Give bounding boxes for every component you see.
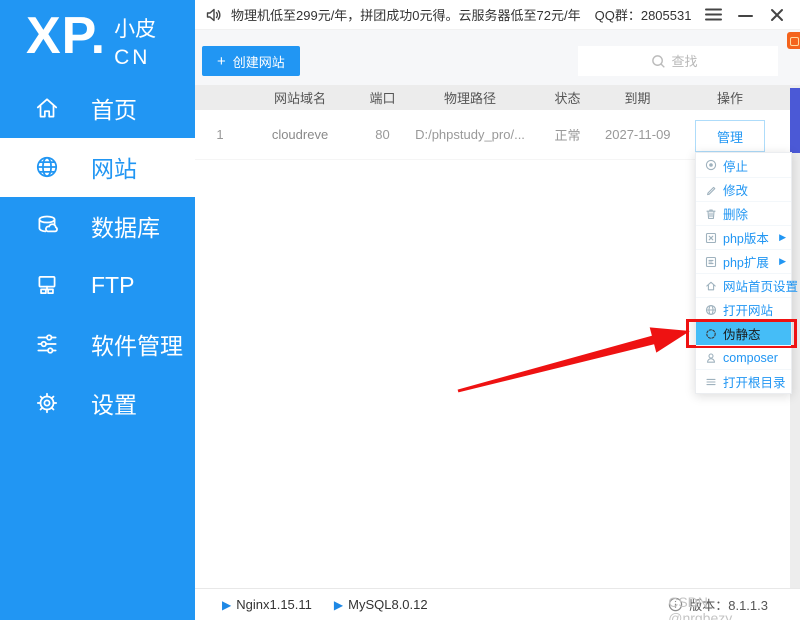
sidebar-item-label: 设置 (91, 392, 137, 419)
service-mysql[interactable]: ▶ MySQL8.0.12 (334, 597, 428, 612)
sidebar-item-software[interactable]: 软件管理 (0, 315, 195, 374)
info-icon (669, 597, 683, 612)
manage-dropdown-menu: 停止 修改 删除 php版本 ▶ php扩展 ▶ 网站首页设置 打开网站 伪静态… (686, 152, 798, 394)
scrollbar-thumb[interactable] (790, 88, 800, 153)
stop-icon (704, 159, 717, 172)
logo-main-text: XP. (26, 7, 107, 65)
homepage-settings-icon (704, 279, 717, 292)
rewrite-icon (704, 327, 717, 340)
table-header-path: 物理路径 (443, 91, 496, 106)
globe-icon (33, 153, 61, 181)
play-icon: ▶ (333, 597, 344, 612)
sidebar-nav: 首页 网站 数据库 FTP 软件管理 设置 (0, 79, 195, 433)
php-version-icon (704, 231, 717, 244)
submenu-arrow-icon: ▶ (779, 232, 786, 242)
sidebar: XP. 小皮 CN 首页 网站 数据库 FTP 软件管理 设置 (0, 0, 195, 620)
sidebar-item-label: FTP (91, 271, 135, 298)
app-logo: XP. 小皮 CN (0, 0, 195, 73)
edit-icon (704, 183, 717, 196)
sidebar-item-label: 网站 (91, 156, 137, 183)
close-icon[interactable] (768, 6, 786, 24)
menu-item-rewrite[interactable]: 伪静态 (686, 319, 797, 348)
submenu-arrow-icon: ▶ (779, 256, 786, 266)
statusbar: ▶ Nginx1.15.11 ▶ MySQL8.0.12 版本：8.1.1.3 … (195, 588, 800, 620)
menu-item-open-site[interactable]: 打开网站 (696, 297, 791, 321)
create-website-button[interactable]: + 创建网站 (202, 46, 300, 76)
titlebar: 物理机低至299元/年，拼团成功0元得。云服务器低至72元/年 QQ群：2805… (195, 0, 800, 30)
cell-status: 正常 (554, 128, 581, 143)
phpstudy-window: XP. 小皮 CN 首页 网站 数据库 FTP 软件管理 设置 物理机低至299… (0, 0, 800, 620)
gear-icon (33, 389, 61, 417)
toolbar: + 创建网站 (195, 30, 800, 85)
sidebar-item-label: 数据库 (91, 215, 160, 242)
table-header-action: 操作 (716, 91, 743, 106)
search-icon (651, 54, 665, 68)
sidebar-item-ftp[interactable]: FTP (0, 256, 195, 315)
menu-item-php-extensions[interactable]: php扩展 ▶ (696, 249, 791, 273)
database-icon (33, 212, 61, 240)
composer-icon (704, 351, 717, 364)
logo-sub-top: 小皮 (114, 18, 157, 41)
table-header-domain: 网站域名 (273, 91, 326, 106)
version-text: 版本：8.1.1.3 (689, 598, 768, 613)
menu-item-composer[interactable]: composer (696, 345, 791, 369)
sliders-icon (33, 330, 61, 358)
window-controls (704, 6, 800, 24)
menu-item-stop[interactable]: 停止 (696, 153, 791, 177)
plus-icon: + (217, 52, 226, 70)
home-icon (33, 94, 61, 122)
table-header-status: 状态 (554, 91, 581, 106)
cell-port: 80 (375, 127, 390, 142)
menu-hamburger-icon[interactable] (704, 6, 722, 24)
search-box[interactable] (578, 46, 778, 76)
menu-item-open-root-dir[interactable]: 打开根目录 (696, 369, 791, 393)
sidebar-item-label: 软件管理 (91, 333, 183, 360)
sidebar-item-label: 首页 (91, 97, 137, 124)
service-name: MySQL8.0.12 (348, 597, 428, 612)
root-directory-icon (704, 375, 717, 388)
service-nginx[interactable]: ▶ Nginx1.15.11 (222, 597, 312, 612)
cell-domain: cloudreve (271, 127, 329, 142)
service-name: Nginx1.15.11 (236, 597, 312, 612)
menu-item-delete[interactable]: 删除 (696, 201, 791, 225)
promo-float-icon[interactable] (787, 32, 800, 49)
delete-icon (704, 207, 717, 220)
table-header-port: 端口 (369, 91, 396, 106)
sidebar-item-website[interactable]: 网站 (0, 137, 195, 197)
sidebar-item-settings[interactable]: 设置 (0, 374, 195, 433)
php-extensions-icon (704, 255, 717, 268)
speaker-icon (205, 6, 223, 24)
play-icon: ▶ (222, 597, 232, 612)
cell-path: D:/phpstudy_pro/... (415, 127, 525, 142)
sidebar-item-database[interactable]: 数据库 (0, 197, 195, 256)
table-header-row: 网站域名 端口 物理路径 状态 到期 操作 (195, 85, 790, 110)
ftp-icon (33, 271, 61, 299)
version-area: 版本：8.1.1.3 CSDN @nrgbezy (668, 594, 800, 620)
cell-expiry: 2027-11-09 (605, 127, 670, 142)
table-header-expiry: 到期 (624, 91, 651, 106)
qq-group-text: QQ群：2805531 (594, 8, 692, 23)
menu-item-edit[interactable]: 修改 (696, 177, 791, 201)
cell-index: 1 (216, 127, 224, 142)
menu-item-site-homepage-settings[interactable]: 网站首页设置 (696, 273, 798, 297)
logo-sub-bottom: CN (114, 46, 151, 70)
open-site-icon (704, 303, 717, 316)
search-input[interactable] (671, 53, 706, 69)
create-website-label: 创建网站 (232, 54, 285, 70)
minimize-icon[interactable] (736, 6, 754, 24)
menu-item-php-version[interactable]: php版本 ▶ (696, 225, 791, 249)
manage-button[interactable]: 管理 (695, 120, 765, 152)
announcement-text: 物理机低至299元/年，拼团成功0元得。云服务器低至72元/年 (231, 8, 581, 23)
sidebar-item-home[interactable]: 首页 (0, 79, 195, 138)
